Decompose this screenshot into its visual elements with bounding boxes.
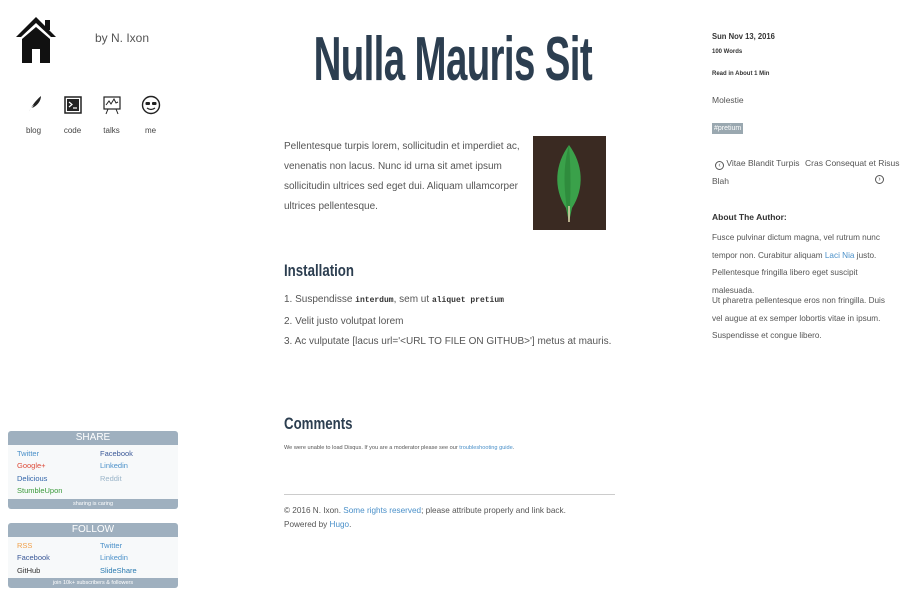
follow-link-twitter[interactable]: Twitter [100,541,178,551]
nav-item-blog[interactable]: blog [14,94,53,135]
post-intro: Pellentesque turpis lorem, sollicitudin … [284,141,520,212]
terminal-icon [62,94,84,116]
follow-link-slideshare[interactable]: SlideShare [100,566,178,576]
share-box: SHARE Twitter Facebook Google+ Linkedin Deli… [8,431,178,509]
share-link-delicious[interactable]: Delicious [17,474,100,484]
follow-box: FOLLOW RSS Twitter Facebook Linkedin GitHub S… [8,523,178,589]
follow-title: FOLLOW [8,523,178,537]
follow-footer: join 10k+ subscribers & followers [8,578,178,589]
read-time: Read in About 1 Min [712,71,770,77]
installation-steps: 1. Suspendisse interdum, sem ut aliquet … [284,290,611,353]
leaf-icon [557,145,581,222]
share-link-facebook[interactable]: Facebook [100,449,178,459]
arrow-right-circle-icon[interactable]: › [875,175,884,184]
word-count: 100 Words [712,49,743,55]
feather-icon [23,94,45,116]
site-nav: blog code talks me [14,94,170,135]
share-link-reddit[interactable]: Reddit [100,474,178,484]
share-link-twitter[interactable]: Twitter [17,449,100,459]
nav-label: blog [25,126,42,135]
follow-links: RSS Twitter Facebook Linkedin GitHub SlideSha… [8,537,178,578]
nav-item-me[interactable]: me [131,94,170,135]
leaf-image [533,136,606,230]
hugo-link[interactable]: Hugo [330,520,350,529]
about-author-text-2: Ut pharetra pellentesque eros non fringi… [712,296,885,340]
installation-heading: Installation [284,261,354,280]
share-link-linkedin[interactable]: Linkedin [100,461,178,471]
follow-link-linkedin[interactable]: Linkedin [100,553,178,563]
follow-link-facebook[interactable]: Facebook [17,553,100,563]
author-link[interactable]: Laci Nia [825,251,855,260]
arrow-left-circle-icon: ‹ [715,161,724,170]
prev-post-link[interactable]: ‹ Vitae Blandit Turpis [715,158,799,170]
post-category[interactable]: Molestie [712,95,744,105]
follow-link-rss[interactable]: RSS [17,541,100,551]
comments-heading: Comments [284,414,353,433]
list-item: 3. Ac vulputate [lacus url='<URL TO FILE… [284,336,612,347]
nav-item-code[interactable]: code [53,94,92,135]
home-icon[interactable] [14,15,58,65]
list-item: 2. Velit justo volutpat lorem [284,315,404,327]
share-link-stumbleupon[interactable]: StumbleUpon [17,486,100,496]
about-author-heading: About The Author: [712,212,787,222]
troubleshooting-link[interactable]: troubleshooting guide [459,445,513,451]
next-post-link-cont[interactable]: Blah [712,176,729,186]
byline: by N. Ixon [95,31,150,45]
disqus-message: We were unable to load Disqus. If you ar… [284,445,515,451]
footer-divider [284,494,615,495]
share-footer: sharing is caring [8,498,178,509]
share-links: Twitter Facebook Google+ Linkedin Delicious R… [8,445,178,499]
some-rights-link[interactable]: Some rights reserved [343,506,421,515]
page-footer: © 2016 N. Ixon. Some rights reserved; pl… [284,506,566,529]
nav-item-talks[interactable]: talks [92,94,131,135]
share-title: SHARE [8,431,178,445]
nav-label: code [63,126,82,135]
post-title: Nulla Mauris Sit [313,25,593,94]
tag-pretium[interactable]: #pretium [712,123,744,134]
post-date: Sun Nov 13, 2016 [712,31,775,41]
about-author-text: Fusce pulvinar dictum magna, vel rutrum … [712,233,880,295]
nav-label: talks [103,126,120,135]
share-link-google[interactable]: Google+ [17,461,100,471]
smiley-icon [140,94,162,116]
follow-link-github[interactable]: GitHub [17,566,100,576]
list-item: 1. Suspendisse interdum, sem ut aliquet … [284,294,504,305]
next-post-link[interactable]: Cras Consequat et Risus [805,158,900,168]
presentation-icon [101,94,123,116]
nav-label: me [144,126,157,135]
